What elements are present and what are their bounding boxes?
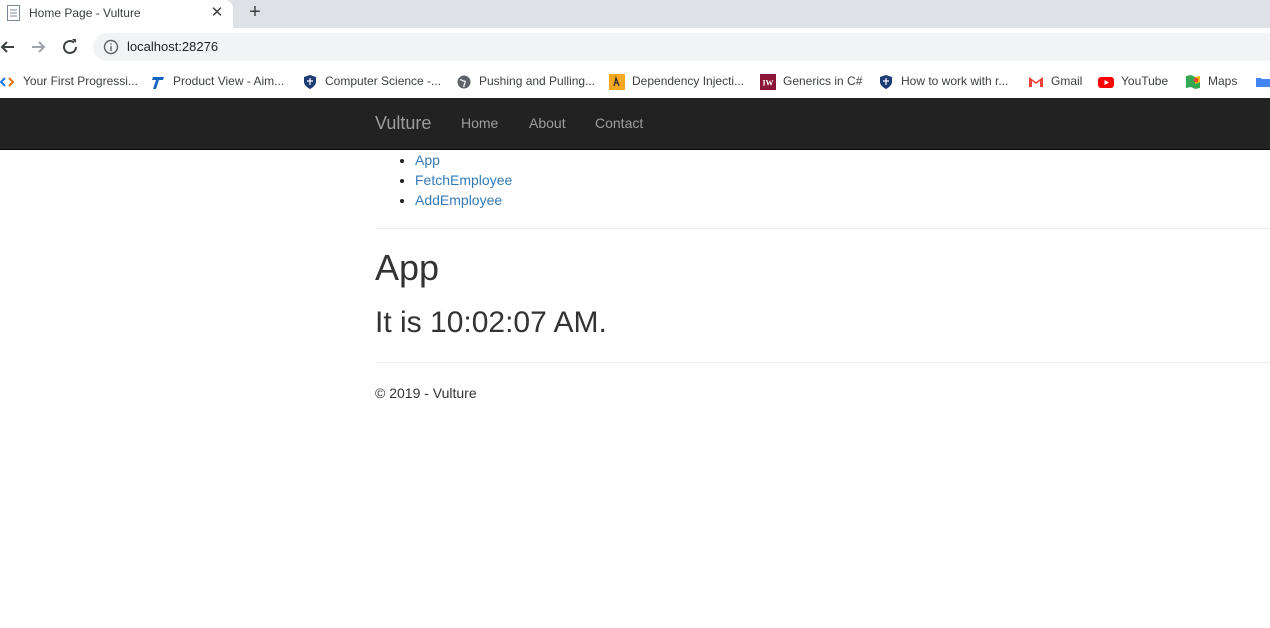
- bookmark-label: How to work with r...: [901, 74, 1009, 88]
- info-icon[interactable]: [103, 39, 119, 55]
- reload-icon[interactable]: [58, 34, 82, 60]
- bookmarks-bar: Your First Progressi... Product View - A…: [0, 66, 1270, 98]
- link-add-employee[interactable]: AddEmployee: [415, 192, 502, 208]
- link-app[interactable]: App: [415, 152, 440, 168]
- tab-title: Home Page - Vulture: [29, 6, 141, 20]
- address-bar[interactable]: localhost:28276: [93, 33, 1270, 61]
- side-menu: App FetchEmployee AddEmployee: [375, 150, 512, 210]
- brand-link[interactable]: Vulture: [375, 113, 431, 134]
- shield-icon: [880, 75, 892, 89]
- nav-link-contact[interactable]: Contact: [595, 115, 643, 131]
- page-heading: App: [375, 247, 440, 288]
- tab-strip: Home Page - Vulture ✕ +: [0, 0, 1270, 28]
- back-arrow-icon[interactable]: [0, 34, 20, 60]
- link-fetch-employee[interactable]: FetchEmployee: [415, 172, 512, 188]
- bookmark-label: Dependency Injecti...: [632, 74, 745, 88]
- product-icon: [152, 77, 164, 89]
- site-navbar: Vulture Home About Contact: [0, 98, 1270, 150]
- bookmark-label: Maps: [1208, 74, 1238, 88]
- side-menu-item: App: [415, 150, 512, 170]
- bookmark-label: Gmail: [1051, 74, 1083, 88]
- bookmark-label: Your First Progressi...: [23, 74, 138, 88]
- time-display: It is 10:02:07 AM.: [375, 306, 607, 339]
- gmail-icon: [1029, 77, 1043, 87]
- youtube-icon: [1098, 77, 1114, 88]
- bookmark-label: Product View - Aim...: [173, 74, 285, 88]
- globe-icon: [457, 75, 471, 89]
- code-icon: [0, 77, 14, 87]
- url-text[interactable]: localhost:28276: [127, 39, 218, 54]
- nav-link-home[interactable]: Home: [461, 115, 498, 131]
- divider: [375, 362, 1270, 363]
- new-tab-button[interactable]: +: [244, 2, 266, 24]
- bookmark-label: YouTube: [1121, 74, 1169, 88]
- bookmark-label: Generics in C#: [783, 74, 863, 88]
- forward-arrow-icon[interactable]: [26, 34, 50, 60]
- svg-text:IW: IW: [762, 79, 773, 88]
- nav-link-about[interactable]: About: [529, 115, 566, 131]
- bookmark-label: Pushing and Pulling...: [479, 74, 596, 88]
- footer-text: © 2019 - Vulture: [375, 385, 477, 401]
- side-menu-item: FetchEmployee: [415, 170, 512, 190]
- divider: [375, 228, 1270, 229]
- document-icon: [7, 5, 20, 21]
- iw-icon: IW: [760, 74, 776, 90]
- shield-icon: [304, 75, 316, 89]
- close-tab-icon[interactable]: ✕: [209, 3, 225, 23]
- folder-icon: [1256, 78, 1270, 87]
- side-menu-item: AddEmployee: [415, 190, 512, 210]
- maps-icon: [1186, 75, 1200, 89]
- di-icon: [609, 74, 625, 90]
- bookmark-label: Computer Science -...: [325, 74, 442, 88]
- browser-toolbar: localhost:28276: [0, 28, 1270, 66]
- browser-tab[interactable]: Home Page - Vulture ✕: [0, 0, 233, 28]
